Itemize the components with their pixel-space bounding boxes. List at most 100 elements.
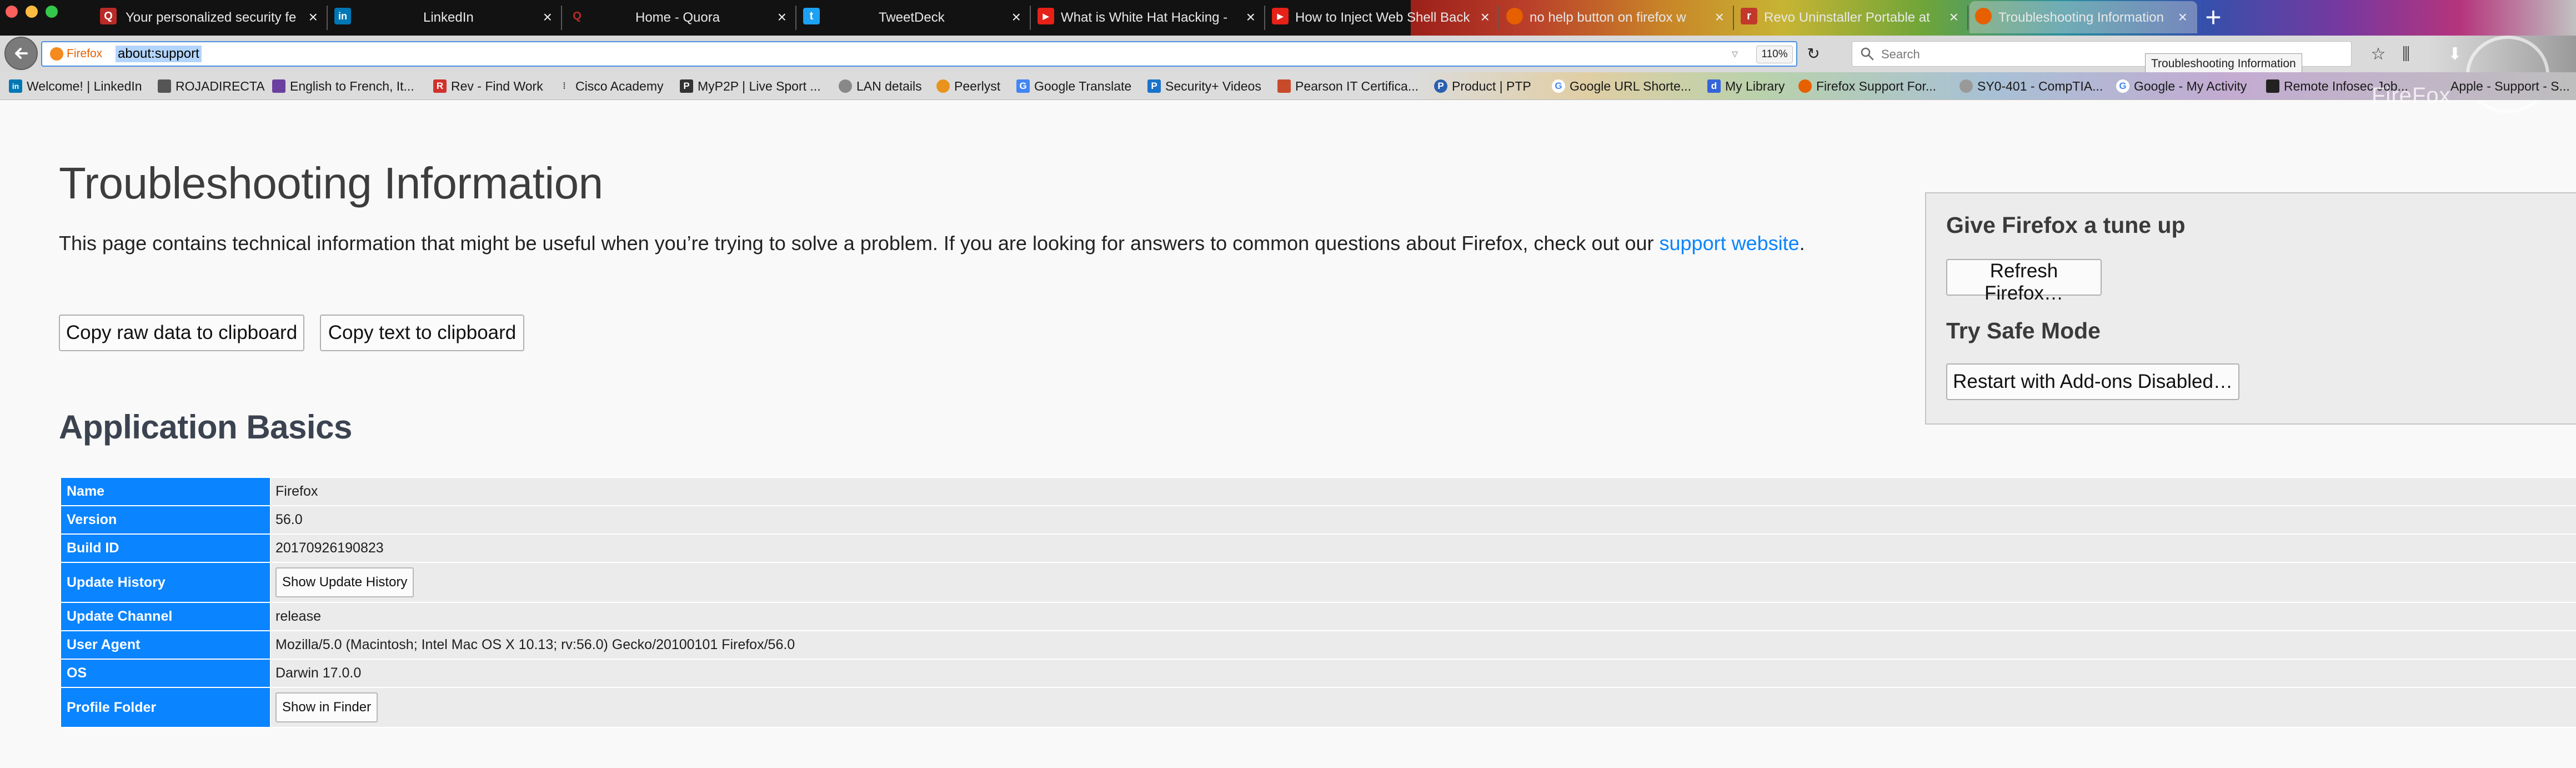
bookmarks-toolbar: in Welcome! | LinkedIn ROJADIRECTA Englis… bbox=[0, 72, 2576, 100]
bookmark-item[interactable]: d My Library bbox=[1707, 72, 1785, 99]
translate-icon bbox=[272, 79, 285, 93]
identity-label: Firefox bbox=[67, 47, 103, 60]
bookmark-label: LAN details bbox=[856, 79, 922, 93]
pearson-icon bbox=[1277, 79, 1291, 93]
bookmark-item[interactable]: Apple - Support - S... bbox=[2433, 72, 2570, 99]
tuneup-heading: Give Firefox a tune up bbox=[1946, 212, 2186, 238]
tab[interactable]: in LinkedIn × bbox=[329, 0, 562, 36]
table-row: User Agent Mozilla/5.0 (Macintosh; Intel … bbox=[61, 631, 2576, 659]
close-icon[interactable]: × bbox=[543, 9, 552, 26]
globe-icon bbox=[1959, 79, 1973, 93]
globe-icon bbox=[839, 79, 852, 93]
library-icon[interactable]: ⫼ bbox=[2395, 43, 2417, 66]
bookmark-item[interactable]: P Product | PTP bbox=[1434, 72, 1531, 99]
url-input[interactable]: about:support bbox=[116, 46, 202, 62]
bookmark-item[interactable]: English to French, It... bbox=[272, 72, 414, 99]
tab-title: What is White Hat Hacking - bbox=[1061, 10, 1228, 25]
reload-button[interactable]: ↻ bbox=[1804, 44, 1823, 63]
intro-end: . bbox=[1799, 232, 1805, 255]
table-row: Build ID 20170926190823 bbox=[61, 535, 2576, 562]
copy-text-button[interactable]: Copy text to clipboard bbox=[320, 315, 524, 351]
section-heading: Application Basics bbox=[59, 408, 352, 446]
bookmark-item[interactable]: R Rev - Find Work bbox=[433, 72, 543, 99]
zoom-level-button[interactable]: 110% bbox=[1756, 46, 1793, 63]
quora-icon: Q bbox=[573, 10, 582, 22]
close-window-button[interactable] bbox=[6, 6, 18, 18]
rev-icon: R bbox=[433, 79, 447, 93]
bookmark-item[interactable]: ROJADIRECTA bbox=[158, 72, 265, 99]
restart-addons-disabled-button[interactable]: Restart with Add-ons Disabled… bbox=[1946, 363, 2239, 400]
bookmark-label: Pearson IT Certifica... bbox=[1295, 79, 1419, 93]
intro-paragraph: This page contains technical information… bbox=[59, 229, 1836, 258]
close-icon[interactable]: × bbox=[1246, 9, 1255, 26]
bookmark-item[interactable]: Firefox Support For... bbox=[1798, 72, 1937, 99]
close-icon[interactable]: × bbox=[309, 9, 318, 26]
tab-active[interactable]: Troubleshooting Information × bbox=[1969, 0, 2197, 36]
row-value: Show in Finder bbox=[271, 688, 2576, 727]
bookmark-item[interactable]: G Google Translate bbox=[1016, 72, 1131, 99]
bookmark-item[interactable]: SY0-401 - CompTIA... bbox=[1959, 72, 2103, 99]
row-label: Update History bbox=[61, 563, 270, 602]
infosec-icon bbox=[2266, 79, 2279, 93]
minimize-window-button[interactable] bbox=[26, 6, 38, 18]
bookmark-item[interactable]: ⁞ Cisco Academy bbox=[558, 72, 663, 99]
row-label: Update Channel bbox=[61, 603, 270, 630]
p2p-icon: P bbox=[680, 79, 693, 93]
identity-box[interactable]: Firefox bbox=[50, 42, 102, 66]
show-in-finder-button[interactable]: Show in Finder bbox=[275, 692, 378, 722]
tab[interactable]: no help button on firefox w × bbox=[1501, 0, 1734, 36]
bookmark-item[interactable]: G Google - My Activity bbox=[2116, 72, 2247, 99]
linkedin-icon: in bbox=[334, 8, 351, 24]
bookmark-item[interactable]: Peerlyst bbox=[936, 72, 1001, 99]
bookmark-label: Peerlyst bbox=[954, 79, 1001, 93]
close-icon[interactable]: × bbox=[1715, 9, 1724, 26]
back-button[interactable] bbox=[4, 37, 38, 70]
support-website-link[interactable]: support website bbox=[1660, 232, 1800, 255]
bookmark-item[interactable]: P Security+ Videos bbox=[1147, 72, 1261, 99]
tab[interactable]: Q Your personalized security fe × bbox=[94, 0, 328, 36]
bookmark-item[interactable]: P MyP2P | Live Sport ... bbox=[680, 72, 821, 99]
downloads-icon[interactable]: ⬇ bbox=[2444, 43, 2466, 66]
close-icon[interactable]: × bbox=[778, 9, 786, 26]
close-icon[interactable]: × bbox=[1949, 9, 1958, 26]
new-tab-button[interactable]: + bbox=[2199, 3, 2227, 31]
application-basics-table: Name Firefox Version 56.0 Build ID 20170926… bbox=[60, 477, 2576, 728]
row-label: Version bbox=[61, 506, 270, 533]
google-icon: G bbox=[2116, 79, 2129, 93]
bookmark-label: Security+ Videos bbox=[1165, 79, 1261, 93]
bookmark-label: English to French, It... bbox=[290, 79, 414, 93]
refresh-firefox-button[interactable]: Refresh Firefox… bbox=[1946, 259, 2102, 304]
copy-raw-data-button[interactable]: Copy raw data to clipboard bbox=[59, 315, 304, 351]
row-label: Name bbox=[61, 478, 270, 505]
tab[interactable]: r Revo Uninstaller Portable at × bbox=[1735, 0, 1968, 36]
tab-title: Your personalized security fe bbox=[126, 10, 297, 25]
tab[interactable]: ▶ How to Inject Web Shell Back × bbox=[1266, 0, 1500, 36]
close-icon[interactable]: × bbox=[1012, 9, 1021, 26]
bookmark-star-icon[interactable]: ☆ bbox=[2367, 43, 2389, 66]
tab[interactable]: t TweetDeck × bbox=[798, 0, 1031, 36]
bookmark-label: Firefox Support For... bbox=[1816, 79, 1937, 93]
tab-title: Revo Uninstaller Portable at bbox=[1764, 10, 1930, 25]
bookmark-item[interactable]: Pearson IT Certifica... bbox=[1277, 72, 1419, 99]
tab-title: no help button on firefox w bbox=[1530, 10, 1686, 25]
table-row: Profile Folder Show in Finder bbox=[61, 688, 2576, 727]
close-icon[interactable]: × bbox=[2178, 9, 2187, 26]
google-icon: G bbox=[1552, 79, 1565, 93]
action-box: Give Firefox a tune up Refresh Firefox… … bbox=[1925, 192, 2576, 425]
reader-filter-icon[interactable]: ▿ bbox=[1732, 47, 1738, 61]
close-icon[interactable]: × bbox=[1481, 9, 1490, 26]
bookmark-item[interactable]: LAN details bbox=[839, 72, 922, 99]
row-value: Firefox bbox=[271, 478, 2576, 505]
tab[interactable]: Q Home - Quora × bbox=[563, 0, 796, 36]
bookmark-item[interactable]: in Welcome! | LinkedIn bbox=[9, 72, 142, 99]
maximize-window-button[interactable] bbox=[46, 6, 58, 18]
google-translate-icon: G bbox=[1016, 79, 1030, 93]
ptp-icon: P bbox=[1434, 79, 1447, 93]
back-arrow-icon bbox=[15, 48, 28, 59]
bookmark-label: Apple - Support - S... bbox=[2450, 79, 2570, 93]
row-label: Profile Folder bbox=[61, 688, 270, 727]
bookmark-item[interactable]: G Google URL Shorte... bbox=[1552, 72, 1691, 99]
show-update-history-button[interactable]: Show Update History bbox=[275, 567, 414, 597]
url-bar[interactable]: Firefox about:support ▿ 110% ↻ bbox=[41, 41, 1820, 67]
tab[interactable]: ▶ What is White Hat Hacking - × bbox=[1032, 0, 1265, 36]
